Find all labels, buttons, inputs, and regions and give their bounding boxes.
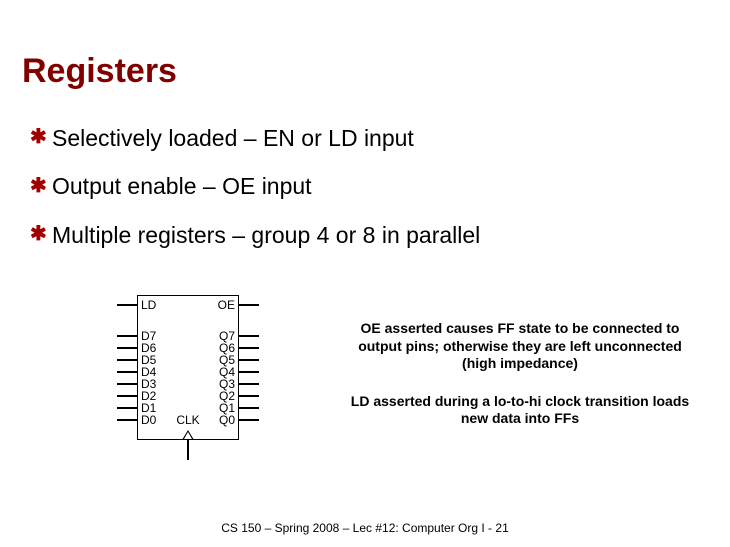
wire (239, 371, 259, 373)
wire (239, 359, 259, 361)
bullet-text: Selectively loaded – EN or LD input (52, 125, 414, 151)
wire (117, 383, 137, 385)
wire (117, 359, 137, 361)
wire (117, 419, 137, 421)
chip-body: LD OE D7 D6 D5 D4 D3 D2 D1 D0 Q7 Q6 Q5 Q… (137, 295, 239, 440)
wire (117, 335, 137, 337)
bullet-text: Multiple registers – group 4 or 8 in par… (52, 222, 480, 248)
bullet-item: ✱Multiple registers – group 4 or 8 in pa… (30, 222, 480, 248)
bullet-icon: ✱ (30, 126, 52, 149)
wire (117, 371, 137, 373)
wire (239, 395, 259, 397)
bullet-list: ✱Selectively loaded – EN or LD input ✱Ou… (30, 125, 480, 270)
pin-oe: OE (218, 299, 235, 311)
wire (239, 347, 259, 349)
wire (117, 395, 137, 397)
clock-edge-icon (182, 430, 194, 440)
slide: Registers ✱Selectively loaded – EN or LD… (0, 0, 730, 547)
pin-q: Q0 (219, 414, 235, 426)
wire (239, 304, 259, 306)
wire-clk (187, 440, 189, 460)
wire (239, 407, 259, 409)
note-ld: LD asserted during a lo-to-hi clock tran… (350, 393, 690, 428)
slide-footer: CS 150 – Spring 2008 – Lec #12: Computer… (0, 521, 730, 535)
notes: OE asserted causes FF state to be connec… (350, 320, 690, 448)
wire (117, 407, 137, 409)
note-oe: OE asserted causes FF state to be connec… (350, 320, 690, 373)
wire (239, 419, 259, 421)
slide-title: Registers (22, 52, 177, 91)
bullet-text: Output enable – OE input (52, 173, 312, 199)
wire (117, 304, 137, 306)
wire (239, 335, 259, 337)
bullet-item: ✱Output enable – OE input (30, 173, 480, 199)
bullet-icon: ✱ (30, 175, 52, 198)
pin-d: D0 (141, 414, 156, 426)
pin-clk: CLK (176, 414, 199, 426)
register-diagram: LD OE D7 D6 D5 D4 D3 D2 D1 D0 Q7 Q6 Q5 Q… (112, 295, 262, 465)
wire (239, 383, 259, 385)
bullet-icon: ✱ (30, 223, 52, 246)
wire (117, 347, 137, 349)
bullet-item: ✱Selectively loaded – EN or LD input (30, 125, 480, 151)
pin-ld: LD (141, 299, 156, 311)
